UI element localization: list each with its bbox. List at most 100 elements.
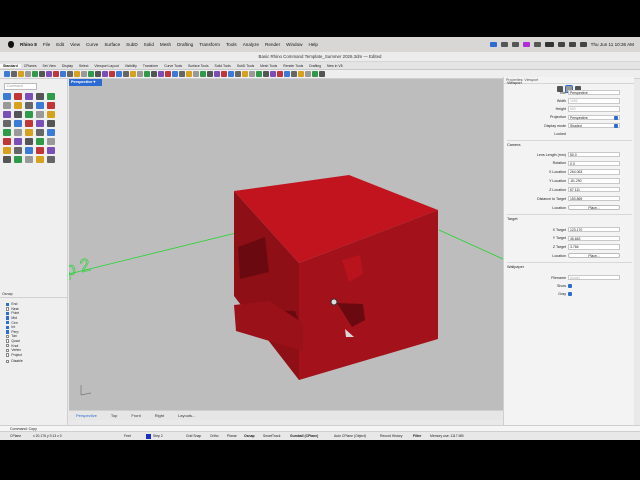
sidebar-tool-icon[interactable] [14, 138, 22, 145]
sidebar-tool-icon[interactable] [14, 147, 22, 154]
toolbar-tool-icon[interactable] [165, 71, 171, 77]
step-text-curves[interactable]: p 2 [69, 254, 93, 280]
sidebar-tool-icon[interactable] [3, 102, 11, 109]
toolbar-tool-icon[interactable] [221, 71, 227, 77]
toolbar-tab-curve-tools[interactable]: Curve Tools [161, 64, 185, 68]
status-icon[interactable] [522, 42, 530, 47]
toolbar-tool-icon[interactable] [249, 71, 255, 77]
sidebar-tool-icon[interactable] [3, 93, 11, 100]
toolbar-tool-icon[interactable] [256, 71, 262, 77]
toolbar-tool-icon[interactable] [74, 71, 80, 77]
status-cplane[interactable]: CPlane [10, 434, 21, 438]
menu-window[interactable]: Window [286, 42, 302, 47]
toolbar-tool-icon[interactable] [109, 71, 115, 77]
sidebar-tool-icon[interactable] [36, 129, 44, 136]
sidebar-tool-icon[interactable] [47, 102, 55, 109]
sidebar-tool-icon[interactable] [25, 147, 33, 154]
sidebar-tool-icon[interactable] [47, 129, 55, 136]
toolbar-tool-icon[interactable] [291, 71, 297, 77]
menubar-clock[interactable]: Thu Jun 11 10:36 AM [591, 42, 634, 47]
osnap-checkbox[interactable] [6, 339, 10, 343]
menu-surface[interactable]: Surface [104, 42, 120, 47]
toolbar-tab-surface-tools[interactable]: Surface Tools [185, 64, 211, 68]
toolbar-tool-icon[interactable] [4, 71, 10, 77]
menu-edit[interactable]: Edit [56, 42, 64, 47]
sidebar-tool-icon[interactable] [36, 138, 44, 145]
menu-tools[interactable]: Tools [226, 42, 237, 47]
menu-analyze[interactable]: Analyze [243, 42, 259, 47]
menu-mesh[interactable]: Mesh [160, 42, 171, 47]
toolbar-tool-icon[interactable] [130, 71, 136, 77]
toolbar-tool-icon[interactable] [151, 71, 157, 77]
status-units[interactable]: Feet [124, 434, 131, 438]
toolbar-tool-icon[interactable] [235, 71, 241, 77]
toolbar-tab-cplanes[interactable]: CPlanes [21, 64, 40, 68]
toolbar-tool-icon[interactable] [284, 71, 290, 77]
osnap-checkbox[interactable] [6, 330, 10, 334]
toolbar-tool-icon[interactable] [200, 71, 206, 77]
viewport-tab-top[interactable]: Top [104, 413, 124, 418]
sidebar-tool-icon[interactable] [3, 129, 11, 136]
toolbar-tool-icon[interactable] [81, 71, 87, 77]
sidebar-tool-icon[interactable] [3, 138, 11, 145]
prop-height-field[interactable]: 600 [568, 106, 620, 112]
toolbar-tab-set-view[interactable]: Set View [40, 64, 59, 68]
osnap-checkbox[interactable] [6, 311, 10, 316]
toolbar-tool-icon[interactable] [46, 71, 52, 77]
toolbar-tool-icon[interactable] [319, 71, 325, 77]
sidebar-tool-icon[interactable] [36, 120, 44, 127]
viewport-tab-right[interactable]: Right [148, 413, 171, 418]
battery-icon[interactable] [544, 42, 554, 47]
toolbar-tool-icon[interactable] [137, 71, 143, 77]
sidebar-tool-icon[interactable] [25, 156, 33, 163]
toolbar-tab-viewport-layout[interactable]: Viewport Layout [91, 64, 121, 68]
prop-projection-field[interactable]: Perspective [568, 114, 620, 121]
toolbar-tab-transform[interactable]: Transform [140, 64, 161, 68]
gear-icon[interactable] [500, 42, 508, 47]
toolbar-tool-icon[interactable] [186, 71, 192, 77]
sidebar-tool-icon[interactable] [47, 156, 55, 163]
osnap-checkbox[interactable] [6, 320, 10, 325]
camera-location-button[interactable]: Place... [568, 204, 620, 211]
viewport-title-tab[interactable]: Perspective ▾ [69, 79, 102, 86]
camera-distance-to-target-field[interactable]: 150.869 [568, 195, 620, 202]
toolbar-tool-icon[interactable] [53, 71, 59, 77]
sidebar-tool-icon[interactable] [47, 147, 55, 154]
toolbar-tool-icon[interactable] [102, 71, 108, 77]
osnap-checkbox[interactable] [6, 343, 10, 348]
toolbar-tab-new-in-v8[interactable]: New in V8 [324, 64, 345, 68]
sidebar-tool-icon[interactable] [36, 102, 44, 109]
sidebar-tool-icon[interactable] [14, 111, 22, 118]
camera-rotation-field[interactable]: 0.0 [568, 160, 620, 167]
target-z-target-field[interactable]: 3.766 [568, 244, 620, 250]
sidebar-tool-icon[interactable] [3, 147, 11, 154]
sidebar-tool-icon[interactable] [36, 147, 44, 154]
control-center-icon[interactable] [579, 42, 587, 47]
toolbar-tab-visibility[interactable]: Visibility [122, 64, 140, 68]
toolbar-tool-icon[interactable] [116, 71, 122, 77]
toolbar-tool-icon[interactable] [277, 71, 283, 77]
osnap-checkbox[interactable] [6, 325, 10, 329]
wallpaper-show-checkbox[interactable] [568, 283, 572, 288]
sidebar-tool-icon[interactable] [47, 120, 55, 127]
menu-render[interactable]: Render [265, 42, 280, 47]
viewport-tab-perspective[interactable]: Perspective [69, 413, 104, 418]
perspective-viewport[interactable]: Perspective ▾ p 2 [69, 79, 503, 410]
toolbar-tab-display[interactable]: Display [59, 64, 76, 68]
chevron-down-icon[interactable] [614, 124, 618, 129]
menu-view[interactable]: View [70, 42, 80, 47]
sidebar-tool-icon[interactable] [36, 156, 44, 163]
target-location-button[interactable]: Place... [568, 252, 620, 259]
toolbar-tool-icon[interactable] [263, 71, 269, 77]
toolbar-tool-icon[interactable] [193, 71, 199, 77]
toolbar-tab-drafting[interactable]: Drafting [306, 64, 324, 68]
sidebar-tool-icon[interactable] [14, 93, 22, 100]
toolbar-tab-solid-tools[interactable]: Solid Tools [212, 64, 234, 68]
menu-subd[interactable]: SubD [126, 42, 138, 47]
toolbar-tool-icon[interactable] [95, 71, 101, 77]
toolbar-tab-mesh-tools[interactable]: Mesh Tools [257, 64, 280, 68]
osnap-checkbox[interactable] [6, 307, 10, 311]
camera-y-location-field[interactable]: -81.290 [568, 178, 620, 184]
wifi-icon[interactable] [557, 42, 565, 47]
osnap-checkbox[interactable] [6, 353, 10, 357]
